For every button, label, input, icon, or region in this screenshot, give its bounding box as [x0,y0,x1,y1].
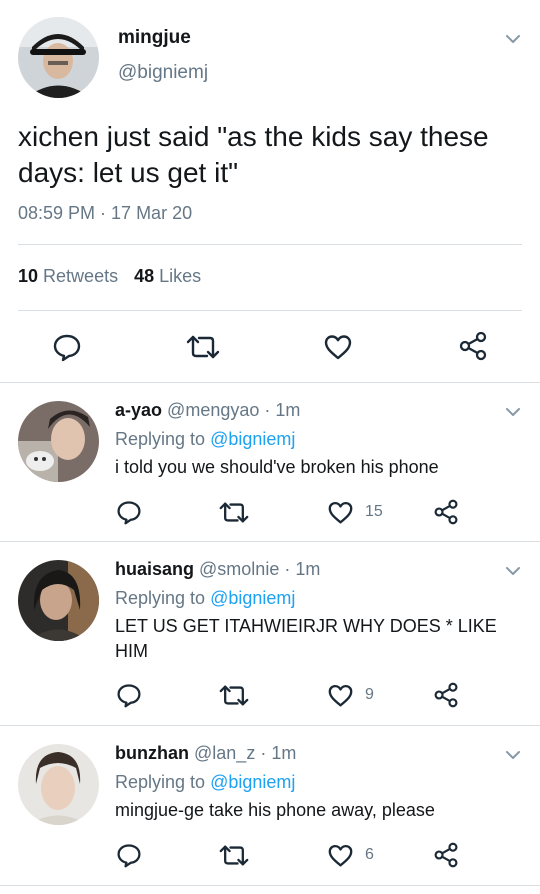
divider [18,244,522,245]
like-icon[interactable] [327,843,354,868]
reply-icon[interactable] [52,332,82,362]
reply-author: bunzhan @lan_z · 1m [115,743,296,764]
avatar[interactable] [18,401,99,482]
reply-tweet[interactable]: huaisang @smolnie · 1m Replying to @bign… [0,542,540,725]
divider [18,310,522,311]
chevron-down-icon[interactable] [504,30,522,48]
like-count: 6 [365,846,374,863]
author-name[interactable]: mingjue [118,27,191,49]
avatar[interactable] [18,744,99,825]
reply-text: LET US GET ITAHWIEIRJR WHY DOES * LIKE H… [115,616,497,661]
reply-author: a-yao @mengyao · 1m [115,400,300,421]
author-handle[interactable]: @bigniemj [118,62,208,84]
retweets-count: 10 [18,266,39,286]
reply-name[interactable]: a-yao [115,400,162,420]
reply-text: mingjue-ge take his phone away, please [115,800,435,820]
avatar[interactable] [18,17,99,98]
reply-author: huaisang @smolnie · 1m [115,559,320,580]
mention-link[interactable]: @bigniemj [210,588,295,608]
divider [0,885,540,886]
replying-prefix: Replying to [115,772,206,792]
reply-text: i told you we should've broken his phone [115,457,439,477]
mention-link[interactable]: @bigniemj [210,429,295,449]
mention-link[interactable]: @bigniemj [210,772,295,792]
retweets-stat[interactable]: 10 Retweets [18,266,118,286]
reply-icon[interactable] [116,842,142,868]
likes-count: 48 [134,266,155,286]
reply-handle: @smolnie · 1m [199,559,321,579]
retweets-label: Retweets [43,266,119,286]
replying-to: Replying to @bigniemj [115,429,295,450]
like-icon[interactable] [327,683,354,708]
replying-to: Replying to @bigniemj [115,772,295,793]
replying-prefix: Replying to [115,429,206,449]
like-icon[interactable] [323,333,353,361]
retweet-icon[interactable] [219,683,249,708]
likes-label: Likes [159,266,202,286]
likes-stat[interactable]: 48 Likes [134,266,201,286]
reply-handle: @mengyao · 1m [167,400,301,420]
reply-name[interactable]: bunzhan [115,743,189,763]
reply-handle: @lan_z · 1m [194,743,297,763]
tweet-stats: 10 Retweets 48 Likes [18,266,201,287]
replying-to: Replying to @bigniemj [115,588,295,609]
chevron-down-icon[interactable] [504,746,522,764]
tweet-timestamp[interactable]: 08:59 PM · 17 Mar 20 [18,203,192,224]
main-tweet: mingjue @bigniemj xichen just said "as t… [0,0,540,383]
share-icon[interactable] [433,682,459,708]
chevron-down-icon[interactable] [504,562,522,580]
reply-tweet[interactable]: a-yao @mengyao · 1m Replying to @bigniem… [0,383,540,541]
retweet-icon[interactable] [219,500,249,525]
share-icon[interactable] [433,499,459,525]
chevron-down-icon[interactable] [504,403,522,421]
like-icon[interactable] [327,500,354,525]
like-count: 15 [365,503,383,520]
reply-icon[interactable] [116,499,142,525]
like-count: 9 [365,686,374,703]
replying-prefix: Replying to [115,588,206,608]
retweet-icon[interactable] [219,843,249,868]
retweet-icon[interactable] [186,333,220,361]
share-icon[interactable] [433,842,459,868]
share-icon[interactable] [458,331,488,361]
avatar[interactable] [18,560,99,641]
reply-tweet[interactable]: bunzhan @lan_z · 1m Replying to @bigniem… [0,726,540,894]
tweet-text: xichen just said "as the kids say these … [18,121,489,188]
reply-icon[interactable] [116,682,142,708]
reply-name[interactable]: huaisang [115,559,194,579]
